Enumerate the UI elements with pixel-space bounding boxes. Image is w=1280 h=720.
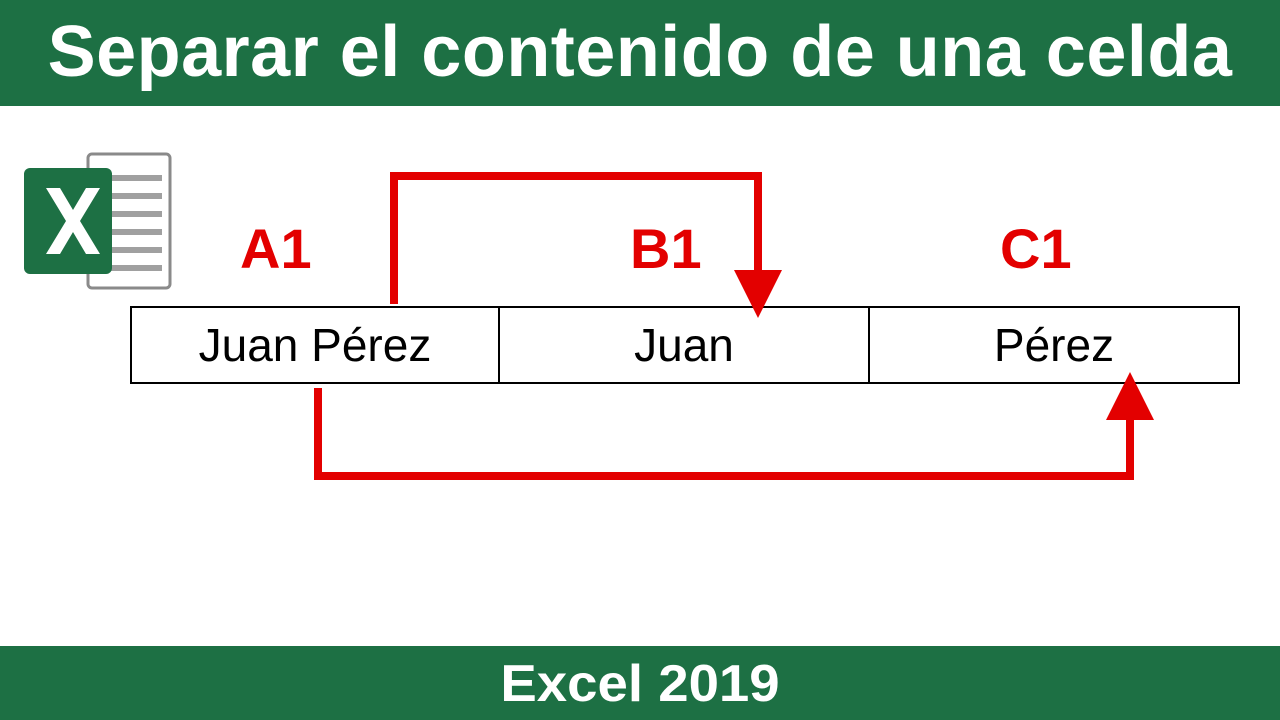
- cell-c1: Pérez: [870, 306, 1240, 384]
- excel-icon: [18, 146, 178, 296]
- cell-c1-value: Pérez: [994, 318, 1114, 372]
- content-area: A1 B1 C1 Juan Pérez Juan Pérez: [0, 106, 1280, 566]
- footer-text: Excel 2019: [500, 654, 779, 714]
- cell-a1: Juan Pérez: [130, 306, 500, 384]
- cell-a1-value: Juan Pérez: [199, 318, 432, 372]
- title-bar: Separar el contenido de una celda: [0, 0, 1280, 106]
- cell-b1-value: Juan: [634, 318, 734, 372]
- footer-bar: Excel 2019: [0, 646, 1280, 720]
- label-c1: C1: [1000, 216, 1072, 281]
- cell-b1: Juan: [500, 306, 870, 384]
- arrow-a1-to-b1: [394, 176, 758, 304]
- label-a1: A1: [240, 216, 312, 281]
- cells-row: Juan Pérez Juan Pérez: [130, 306, 1240, 384]
- label-b1: B1: [630, 216, 702, 281]
- title-text: Separar el contenido de una celda: [48, 12, 1233, 92]
- arrow-a1-to-c1: [318, 388, 1130, 476]
